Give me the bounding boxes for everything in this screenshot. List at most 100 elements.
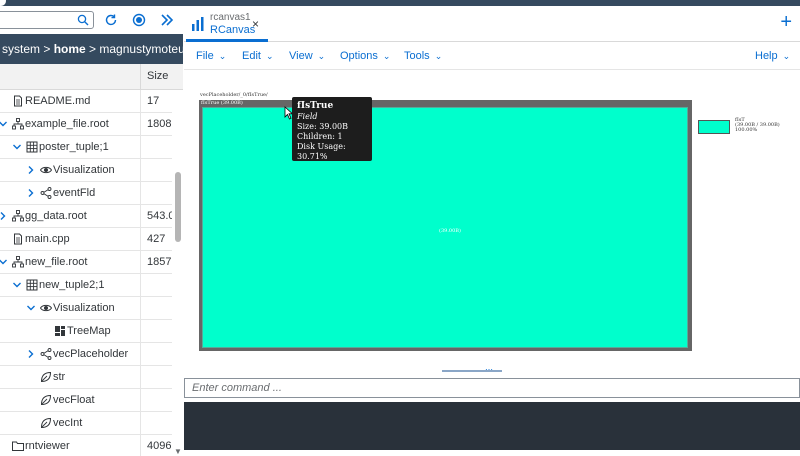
scrollbar-thumb[interactable] <box>175 172 181 242</box>
command-input[interactable] <box>185 379 799 397</box>
tree-row[interactable]: README.md 17 <box>0 90 172 113</box>
menu-help[interactable]: Help ⌄ <box>755 50 790 62</box>
tree-row-label[interactable]: eventFld <box>53 187 95 199</box>
column-divider <box>140 412 141 435</box>
menu-edit-label: Edit <box>242 50 261 62</box>
chevron-right-icon[interactable] <box>26 165 36 175</box>
tree-row[interactable]: new_tuple2;1 <box>0 274 172 297</box>
tree-row-size: 1808 <box>147 118 172 130</box>
root-file-icon <box>12 256 24 268</box>
tree-row-label[interactable]: vecInt <box>53 417 82 429</box>
tree-row[interactable]: new_file.root 1857 <box>0 251 172 274</box>
tree-row-label[interactable]: example_file.root <box>25 118 109 130</box>
splitter-bar[interactable] <box>442 370 502 372</box>
breadcrumb-prefix[interactable]: system > <box>2 42 54 56</box>
chevron-right-icon[interactable] <box>0 211 8 221</box>
menu-view[interactable]: View ⌄ <box>289 50 325 62</box>
leaf-icon <box>40 394 52 406</box>
double-chevron-right-icon[interactable] <box>159 12 175 28</box>
tree-row-label[interactable]: poster_tuple;1 <box>39 141 109 153</box>
tree-row[interactable]: str <box>0 366 172 389</box>
search-field[interactable] <box>0 11 94 29</box>
add-tab-icon[interactable]: + <box>780 12 792 32</box>
tree-row[interactable]: example_file.root 1808 <box>0 113 172 136</box>
table-icon <box>26 279 38 291</box>
tree-row-label[interactable]: Visualization <box>53 302 115 314</box>
chevron-right-icon[interactable] <box>26 349 36 359</box>
column-divider <box>140 136 141 159</box>
tree-row-label[interactable]: main.cpp <box>25 233 70 245</box>
chevron-down-icon: ⌄ <box>317 51 326 61</box>
column-divider <box>140 389 141 412</box>
tab-rcanvas1[interactable]: rcanvas1 RCanvas × <box>186 8 268 42</box>
rcanvas[interactable]: vecPlaceholder/_0/fIsTrue/ fIsTrue (39.0… <box>184 70 800 366</box>
chevron-down-icon[interactable] <box>0 257 8 267</box>
tab-bar: rcanvas1 RCanvas × + <box>184 6 800 42</box>
tree-row[interactable]: vecPlaceholder <box>0 343 172 366</box>
search-icon[interactable] <box>77 14 89 26</box>
tab-subtitle: RCanvas <box>210 24 256 36</box>
tree-row-label[interactable]: rntviewer <box>25 440 70 452</box>
tree-row-label[interactable]: gg_data.root <box>25 210 87 222</box>
tree-row[interactable]: rntviewer 4096 <box>0 435 172 456</box>
legend-swatch <box>698 120 730 134</box>
command-field[interactable] <box>184 378 800 398</box>
menu-options[interactable]: Options ⌄ <box>340 50 390 62</box>
tree-row[interactable]: TreeMap <box>0 320 172 343</box>
tree-row[interactable]: vecInt <box>0 412 172 435</box>
legend-entry: fIsT (39.00B / 39.00B) 100.00% <box>735 118 780 133</box>
chevron-right-icon[interactable] <box>26 188 36 198</box>
chevron-down-icon[interactable] <box>26 303 36 313</box>
tree-row-label[interactable]: README.md <box>25 95 90 107</box>
scroll-down-icon[interactable]: ▼ <box>174 447 182 456</box>
tooltip-type: Field <box>297 112 318 121</box>
tree-row[interactable]: poster_tuple;1 <box>0 136 172 159</box>
menu-tools[interactable]: Tools ⌄ <box>404 50 442 62</box>
menu-help-label: Help <box>755 50 778 62</box>
tree-row-size: 1857 <box>147 256 172 268</box>
share-icon <box>40 187 52 199</box>
column-divider <box>140 228 141 251</box>
tree-row-label[interactable]: str <box>53 371 65 383</box>
tree-row-label[interactable]: new_tuple2;1 <box>39 279 104 291</box>
treemap-node-fIsTrue[interactable]: (39.00B) <box>202 107 688 348</box>
size-column-header[interactable]: Size <box>147 70 168 82</box>
tree-row-label[interactable]: vecPlaceholder <box>53 348 128 360</box>
treemap-frame[interactable]: fIsTrue (39.00B) (39.00B) <box>199 100 692 351</box>
tree-row-label[interactable]: Visualization <box>53 164 115 176</box>
column-divider <box>140 205 141 228</box>
menu-file[interactable]: File ⌄ <box>196 50 226 62</box>
file-tree: README.md 17 example_file.root 1808 poster_t… <box>0 90 172 456</box>
chevron-down-icon[interactable] <box>0 119 8 129</box>
tree-row-size: 543.0 <box>147 210 172 222</box>
browser-toolbar <box>0 6 183 34</box>
root-file-icon <box>12 210 24 222</box>
tree-row-size: 4096 <box>147 440 172 452</box>
search-input[interactable] <box>0 12 77 28</box>
tree-row[interactable]: gg_data.root 543.0 <box>0 205 172 228</box>
column-divider <box>140 366 141 389</box>
bar-chart-icon <box>192 17 204 31</box>
column-divider <box>140 90 141 113</box>
refresh-icon[interactable] <box>103 12 119 28</box>
record-icon[interactable] <box>131 12 147 28</box>
tree-scrollbar[interactable]: ▼ <box>173 90 183 456</box>
tree-row-label[interactable]: vecFloat <box>53 394 95 406</box>
chevron-down-icon[interactable] <box>12 142 22 152</box>
splitter-grip-icon[interactable]: ⋯ <box>485 365 493 374</box>
close-tab-icon[interactable]: × <box>252 17 259 31</box>
tree-row-label[interactable]: TreeMap <box>67 325 111 337</box>
table-icon <box>26 141 38 153</box>
panel-splitter[interactable]: ⋯ <box>184 365 800 374</box>
column-divider[interactable] <box>140 64 141 90</box>
tree-row[interactable]: vecFloat <box>0 389 172 412</box>
chevron-down-icon[interactable] <box>12 280 22 290</box>
menu-edit[interactable]: Edit ⌄ <box>242 50 274 62</box>
breadcrumb-suffix[interactable]: > magnustymoteus <box>86 42 183 56</box>
tree-row[interactable]: main.cpp 427 <box>0 228 172 251</box>
tree-row[interactable]: eventFld <box>0 182 172 205</box>
tree-row[interactable]: Visualization <box>0 297 172 320</box>
tree-row-label[interactable]: new_file.root <box>25 256 87 268</box>
tree-row[interactable]: Visualization <box>0 159 172 182</box>
breadcrumb-home[interactable]: home <box>54 42 86 56</box>
